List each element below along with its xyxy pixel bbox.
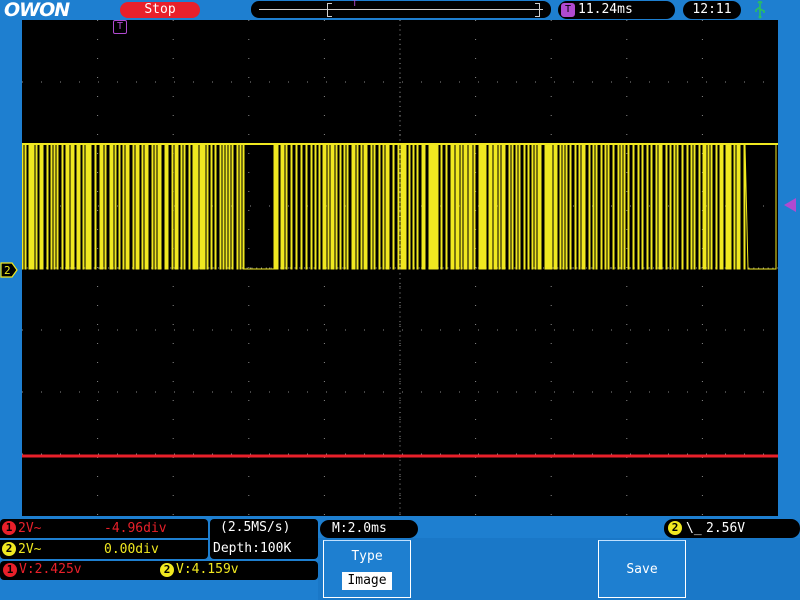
meas1-value: V:2.425v [19,562,82,577]
memory-depth: Depth:100K [213,541,292,556]
ch2-scale: 2V~ [18,542,42,557]
ch1-badge: 1 [2,521,16,535]
ch2-info-row[interactable]: 2 2V~ 0.00div [0,540,208,559]
ruler-trigger-mark: T [352,0,358,9]
timebase-value: M:2.0ms [332,521,387,536]
ruler-left-bracket [327,3,332,17]
trigger-time-display: T 11.24ms [558,1,675,19]
type-menu-button[interactable]: Type Image [323,540,411,598]
type-label: Type [351,549,383,564]
memory-position-ruler: T [251,0,551,18]
trigger-info-display[interactable]: 2 \_ 2.56V [664,519,800,538]
ch2-level-marker[interactable]: 2 [0,262,18,278]
run-status-badge[interactable]: Stop [120,2,200,18]
waveform-display[interactable] [22,20,778,516]
type-value: Image [342,572,392,590]
ch1-scale: 2V~ [18,521,42,536]
ch2-position: 0.00div [104,542,159,557]
ruler-line [259,9,543,10]
meas1-badge: 1 [3,563,17,577]
trigger-position-marker[interactable]: T [113,20,127,34]
meas2-badge: 2 [160,563,174,577]
ch2-badge: 2 [2,542,16,556]
trigger-edge-icon: \_ [686,521,702,536]
usb-icon [752,0,768,19]
measurement-panel: 1 V:2.425v 2 V:4.159v [0,561,318,580]
trigger-time-value: 11.24ms [578,2,633,17]
owon-logo: OWON [4,0,70,21]
trigger-level-value: 2.56V [706,521,746,536]
ruler-right-bracket [535,3,540,17]
trigger-level-marker[interactable] [782,197,798,213]
ch2-marker-label: 2 [4,264,11,277]
trigger-badge-icon: T [561,3,575,17]
clock: 12:11 [683,1,741,19]
meas2-value: V:4.159v [176,562,239,577]
sample-rate: (2.5MS/s) [220,520,291,535]
ch1-info-row[interactable]: 1 2V~ -4.96div [0,519,208,538]
channel-info-panel: 1 2V~ -4.96div 2 2V~ 0.00div [0,519,208,559]
timebase-display[interactable]: M:2.0ms [320,520,418,538]
ch1-position: -4.96div [104,521,167,536]
acquisition-info-panel: (2.5MS/s) Depth:100K [210,519,318,559]
save-button[interactable]: Save [598,540,686,598]
trigger-source-badge: 2 [668,521,682,535]
waveform-canvas [22,20,778,516]
